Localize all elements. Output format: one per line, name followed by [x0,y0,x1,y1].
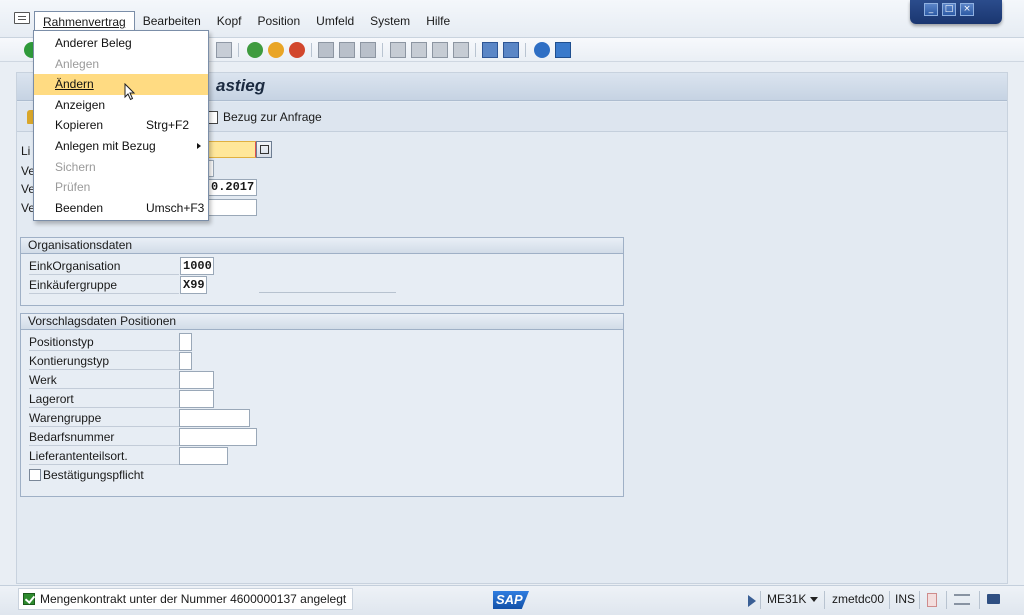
mouse-cursor-icon [124,83,136,101]
exit-shortcut: Umsch+F3 [146,200,205,215]
exit-icon[interactable] [268,42,284,58]
menu-display[interactable]: Anzeigen [34,95,208,116]
toolbar-separator [238,43,239,57]
save-icon[interactable] [216,42,232,58]
status-separator [946,591,947,609]
item-category-field[interactable] [179,333,192,351]
status-separator [889,591,890,609]
menu-kopf[interactable]: Kopf [209,11,250,31]
rahmenvertrag-dropdown: Anderer Beleg Anlegen Ändern Anzeigen Ko… [33,30,209,221]
item-defaults-title: Vorschlagsdaten Positionen [21,314,623,330]
storage-location-label: Lagerort [29,392,179,408]
menu-other-document[interactable]: Anderer Beleg [34,33,208,54]
item-category-label: Positionstyp [29,335,179,351]
material-group-field[interactable] [179,409,250,427]
org-data-group: Organisationsdaten EinkOrganisation 1000… [20,237,624,306]
menu-position[interactable]: Position [249,11,308,31]
storage-location-field[interactable] [179,390,214,408]
server-name: zmetdc00 [832,592,885,606]
requirement-tracking-label: Bedarfsnummer [29,430,179,446]
purch-group-description [259,292,396,293]
purch-org-field[interactable]: 1000 [180,257,214,275]
expand-status-icon[interactable] [748,595,756,607]
success-check-icon [23,593,35,605]
menu-change[interactable]: Ändern [34,74,208,95]
menu-exit[interactable]: Beenden Umsch+F3 [34,198,208,219]
status-bar: Mengenkontrakt unter der Nummer 46000001… [0,585,1024,615]
window-controls: _ □ × [910,0,1002,24]
status-separator [824,591,825,609]
back-icon[interactable] [247,42,263,58]
help-icon[interactable] [534,42,550,58]
purch-group-field[interactable]: X99 [180,276,207,294]
find-icon[interactable] [339,42,355,58]
menu-create[interactable]: Anlegen [34,54,208,75]
status-separator [979,591,980,609]
vendor-label: Li [21,144,31,158]
menu-hilfe[interactable]: Hilfe [418,11,458,31]
copy-shortcut: Strg+F2 [146,118,190,133]
new-session-icon[interactable] [482,42,498,58]
first-page-icon[interactable] [390,42,406,58]
layout-menu-icon[interactable] [555,42,571,58]
ack-required-label: Bestätigungspflicht [43,468,144,482]
previous-page-icon[interactable] [411,42,427,58]
find-next-icon[interactable] [360,42,376,58]
reference-rfq-button[interactable]: Bezug zur Anfrage [207,109,322,125]
close-icon[interactable]: × [960,3,974,16]
maximize-icon[interactable]: □ [942,3,956,16]
purch-org-label: EinkOrganisation [29,259,179,275]
org-data-title: Organisationsdaten [21,238,623,254]
shortcut-icon[interactable] [503,42,519,58]
material-group-label: Warengruppe [29,411,179,427]
insert-mode[interactable]: INS [895,592,915,606]
performance-icon [927,593,937,607]
lock-icon[interactable] [987,594,1000,604]
minimize-icon[interactable]: _ [924,3,938,16]
value-help-icon[interactable] [256,141,272,158]
print-icon[interactable] [318,42,334,58]
last-page-icon[interactable] [453,42,469,58]
toolbar-separator [475,43,476,57]
status-separator [760,591,761,609]
menu-check[interactable]: Prüfen [34,177,208,198]
menu-copy[interactable]: Kopieren Strg+F2 [34,115,208,136]
cancel-icon[interactable] [289,42,305,58]
sap-logo: SAP [493,591,529,609]
toolbar-separator [382,43,383,57]
menu-create-with-reference[interactable]: Anlegen mit Bezug [34,136,208,157]
menu-items: Rahmenvertrag Bearbeiten Kopf Position U… [34,11,458,31]
menu-umfeld[interactable]: Umfeld [308,11,362,31]
submenu-arrow-icon [197,142,201,149]
account-assignment-field[interactable] [179,352,192,370]
transaction-code[interactable]: ME31K [767,592,819,606]
menu-system[interactable]: System [362,11,418,31]
plant-field[interactable] [179,371,214,389]
menu-save[interactable]: Sichern [34,157,208,178]
account-assignment-label: Kontierungstyp [29,354,179,370]
toolbar-separator [525,43,526,57]
supplying-plant-label: Lieferantenteilsort. [29,449,179,465]
menu-rahmenvertrag[interactable]: Rahmenvertrag [34,11,135,31]
dropdown-arrow-icon [810,597,819,602]
toolbar-separator [311,43,312,57]
plant-label: Werk [29,373,179,389]
purch-group-label: Einkäufergruppe [29,278,179,294]
status-message[interactable]: Mengenkontrakt unter der Nummer 46000001… [18,588,354,610]
item-defaults-group: Vorschlagsdaten Positionen Positionstyp … [20,313,624,497]
app-menu-icon[interactable] [14,12,30,24]
ack-required-checkbox[interactable] [29,469,41,481]
status-separator [919,591,920,609]
settings-icon[interactable] [954,594,970,605]
supplying-plant-field[interactable] [179,447,228,465]
menu-bearbeiten[interactable]: Bearbeiten [135,11,209,31]
next-page-icon[interactable] [432,42,448,58]
requirement-tracking-field[interactable] [179,428,257,446]
